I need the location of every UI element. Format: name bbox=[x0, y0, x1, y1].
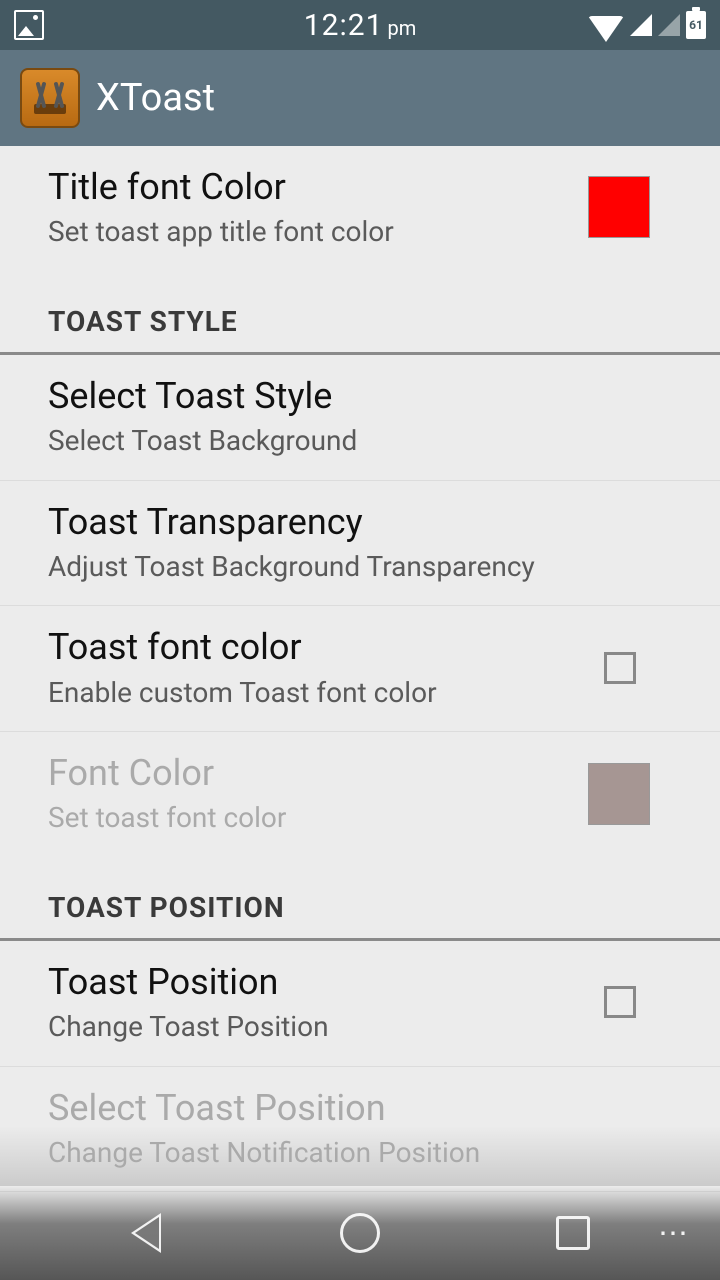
nav-bar: ⋯ bbox=[0, 1186, 720, 1280]
row-title: Title font Color bbox=[48, 166, 568, 209]
row-sub: Change Toast Notification Position bbox=[48, 1136, 670, 1170]
picture-icon bbox=[14, 10, 44, 40]
row-sub: Set toast font color bbox=[48, 801, 568, 835]
row-title: Toast font color bbox=[48, 626, 584, 669]
row-sub: Select Toast Background bbox=[48, 424, 670, 458]
row-title: Toast Position bbox=[48, 961, 584, 1004]
signal-icon bbox=[630, 14, 652, 36]
checkbox[interactable] bbox=[604, 652, 636, 684]
battery-level: 61 bbox=[689, 18, 703, 32]
row-font-color: Font Color Set toast font color bbox=[0, 732, 720, 857]
app-title: XToast bbox=[96, 76, 215, 120]
row-sub: Adjust Toast Background Transparency bbox=[48, 550, 670, 584]
checkbox[interactable] bbox=[604, 986, 636, 1018]
color-swatch[interactable] bbox=[588, 176, 650, 238]
row-title: Select Toast Position bbox=[48, 1087, 670, 1130]
status-left bbox=[14, 10, 44, 40]
nav-recent-button[interactable] bbox=[543, 1203, 603, 1263]
row-sub: Set toast app title font color bbox=[48, 215, 568, 249]
row-toast-transparency[interactable]: Toast Transparency Adjust Toast Backgrou… bbox=[0, 481, 720, 607]
clock-time: 12:21 bbox=[304, 8, 384, 43]
row-title: Font Color bbox=[48, 752, 568, 795]
battery-icon: 61 bbox=[686, 11, 706, 39]
section-toast-position: TOAST POSITION bbox=[0, 857, 720, 941]
status-clock: 12:21 pm bbox=[304, 8, 417, 43]
row-sub: Enable custom Toast font color bbox=[48, 676, 584, 710]
row-title: Toast Transparency bbox=[48, 501, 670, 544]
section-toast-style: TOAST STYLE bbox=[0, 271, 720, 355]
row-title-font-color[interactable]: Title font Color Set toast app title fon… bbox=[0, 146, 720, 271]
color-swatch bbox=[588, 763, 650, 825]
row-select-toast-position: Select Toast Position Change Toast Notif… bbox=[0, 1067, 720, 1193]
app-bar: XToast bbox=[0, 50, 720, 146]
status-right: 61 bbox=[588, 11, 706, 39]
nav-back-button[interactable] bbox=[117, 1203, 177, 1263]
settings-content[interactable]: Title font Color Set toast app title fon… bbox=[0, 146, 720, 1192]
row-toast-font-color-enable[interactable]: Toast font color Enable custom Toast fon… bbox=[0, 606, 720, 732]
row-select-toast-style[interactable]: Select Toast Style Select Toast Backgrou… bbox=[0, 355, 720, 481]
status-bar: 12:21 pm 61 bbox=[0, 0, 720, 50]
row-title: Select Toast Style bbox=[48, 375, 670, 418]
wifi-icon bbox=[588, 16, 624, 42]
row-sub: Change Toast Position bbox=[48, 1010, 584, 1044]
row-toast-position-enable[interactable]: Toast Position Change Toast Position bbox=[0, 941, 720, 1067]
clock-ampm: pm bbox=[387, 16, 416, 40]
nav-home-button[interactable] bbox=[330, 1203, 390, 1263]
signal-icon-2 bbox=[658, 14, 680, 36]
app-icon bbox=[20, 68, 80, 128]
nav-more-icon[interactable]: ⋯ bbox=[658, 1216, 690, 1251]
